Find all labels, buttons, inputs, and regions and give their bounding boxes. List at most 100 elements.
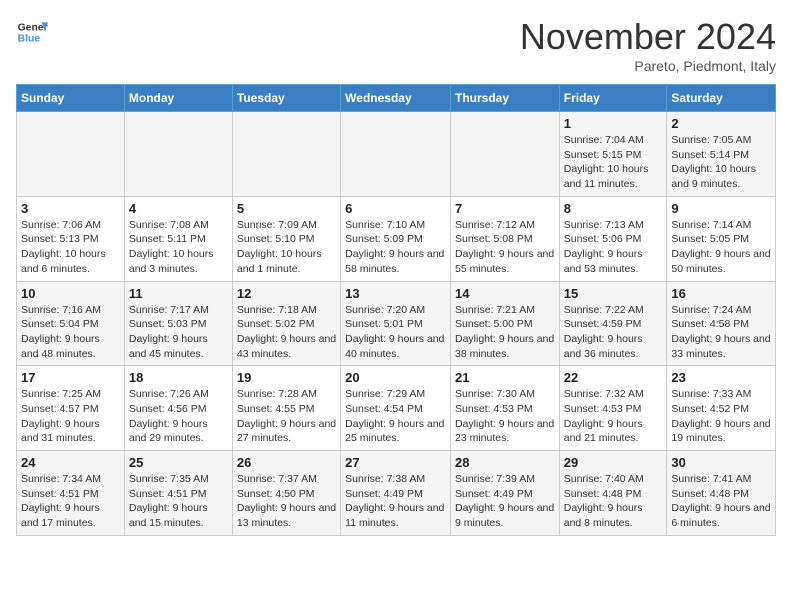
page-header: General Blue November 2024 Pareto, Piedm… (16, 16, 776, 74)
day-info: Sunrise: 7:28 AM Sunset: 4:55 PM Dayligh… (237, 387, 336, 446)
day-number: 22 (564, 370, 663, 385)
day-number: 30 (671, 455, 771, 470)
day-cell: 4 Sunrise: 7:08 AM Sunset: 5:11 PM Daylig… (124, 196, 232, 281)
day-cell: 29 Sunrise: 7:40 AM Sunset: 4:48 PM Dayli… (559, 451, 667, 536)
day-info: Sunrise: 7:08 AM Sunset: 5:11 PM Dayligh… (129, 218, 228, 277)
day-number: 8 (564, 201, 663, 216)
day-info: Sunrise: 7:32 AM Sunset: 4:53 PM Dayligh… (564, 387, 663, 446)
week-row-2: 3 Sunrise: 7:06 AM Sunset: 5:13 PM Daylig… (17, 196, 776, 281)
weekday-wednesday: Wednesday (341, 85, 451, 112)
weekday-saturday: Saturday (667, 85, 776, 112)
day-info: Sunrise: 7:38 AM Sunset: 4:49 PM Dayligh… (345, 472, 446, 531)
day-cell: 9 Sunrise: 7:14 AM Sunset: 5:05 PM Daylig… (667, 196, 776, 281)
week-row-5: 24 Sunrise: 7:34 AM Sunset: 4:51 PM Dayli… (17, 451, 776, 536)
day-info: Sunrise: 7:22 AM Sunset: 4:59 PM Dayligh… (564, 303, 663, 362)
day-cell (341, 112, 451, 197)
day-info: Sunrise: 7:41 AM Sunset: 4:48 PM Dayligh… (671, 472, 771, 531)
week-row-4: 17Sunrise: 7:25 AM Sunset: 4:57 PM Dayli… (17, 366, 776, 451)
day-info: Sunrise: 7:05 AM Sunset: 5:14 PM Dayligh… (671, 133, 771, 192)
day-info: Sunrise: 7:33 AM Sunset: 4:52 PM Dayligh… (671, 387, 771, 446)
day-cell: 15 Sunrise: 7:22 AM Sunset: 4:59 PM Dayli… (559, 281, 667, 366)
day-number: 11 (129, 286, 228, 301)
svg-text:Blue: Blue (18, 34, 41, 45)
day-number: 21 (455, 370, 555, 385)
day-info: Sunrise: 7:29 AM Sunset: 4:54 PM Dayligh… (345, 387, 446, 446)
day-number: 19 (237, 370, 336, 385)
day-cell: 24 Sunrise: 7:34 AM Sunset: 4:51 PM Dayli… (17, 451, 125, 536)
day-number: 15 (564, 286, 663, 301)
day-cell: 19 Sunrise: 7:28 AM Sunset: 4:55 PM Dayli… (232, 366, 340, 451)
day-cell: 17Sunrise: 7:25 AM Sunset: 4:57 PM Dayli… (17, 366, 125, 451)
day-info: Sunrise: 7:12 AM Sunset: 5:08 PM Dayligh… (455, 218, 555, 277)
logo-icon: General Blue (16, 16, 48, 48)
day-cell (450, 112, 559, 197)
calendar-table: SundayMondayTuesdayWednesdayThursdayFrid… (16, 84, 776, 536)
day-cell (232, 112, 340, 197)
day-cell: 25 Sunrise: 7:35 AM Sunset: 4:51 PM Dayli… (124, 451, 232, 536)
day-cell: 11 Sunrise: 7:17 AM Sunset: 5:03 PM Dayli… (124, 281, 232, 366)
day-number: 26 (237, 455, 336, 470)
day-cell: 21 Sunrise: 7:30 AM Sunset: 4:53 PM Dayli… (450, 366, 559, 451)
day-info: Sunrise: 7:34 AM Sunset: 4:51 PM Dayligh… (21, 472, 120, 531)
day-info: Sunrise: 7:09 AM Sunset: 5:10 PM Dayligh… (237, 218, 336, 277)
day-number: 12 (237, 286, 336, 301)
day-cell: 20 Sunrise: 7:29 AM Sunset: 4:54 PM Dayli… (341, 366, 451, 451)
day-number: 4 (129, 201, 228, 216)
day-number: 1 (564, 116, 663, 131)
day-info: Sunrise: 7:10 AM Sunset: 5:09 PM Dayligh… (345, 218, 446, 277)
weekday-thursday: Thursday (450, 85, 559, 112)
day-info: Sunrise: 7:14 AM Sunset: 5:05 PM Dayligh… (671, 218, 771, 277)
day-cell: 12 Sunrise: 7:18 AM Sunset: 5:02 PM Dayli… (232, 281, 340, 366)
day-cell: 6Sunrise: 7:10 AM Sunset: 5:09 PM Daylig… (341, 196, 451, 281)
day-info: Sunrise: 7:35 AM Sunset: 4:51 PM Dayligh… (129, 472, 228, 531)
day-info: Sunrise: 7:24 AM Sunset: 4:58 PM Dayligh… (671, 303, 771, 362)
day-cell: 8 Sunrise: 7:13 AM Sunset: 5:06 PM Daylig… (559, 196, 667, 281)
day-info: Sunrise: 7:37 AM Sunset: 4:50 PM Dayligh… (237, 472, 336, 531)
day-number: 20 (345, 370, 446, 385)
weekday-header-row: SundayMondayTuesdayWednesdayThursdayFrid… (17, 85, 776, 112)
day-info: Sunrise: 7:18 AM Sunset: 5:02 PM Dayligh… (237, 303, 336, 362)
day-cell: 10Sunrise: 7:16 AM Sunset: 5:04 PM Dayli… (17, 281, 125, 366)
title-block: November 2024 Pareto, Piedmont, Italy (520, 16, 776, 74)
day-number: 28 (455, 455, 555, 470)
location: Pareto, Piedmont, Italy (520, 58, 776, 74)
day-info: Sunrise: 7:16 AM Sunset: 5:04 PM Dayligh… (21, 303, 120, 362)
day-number: 7 (455, 201, 555, 216)
weekday-tuesday: Tuesday (232, 85, 340, 112)
day-cell: 3 Sunrise: 7:06 AM Sunset: 5:13 PM Daylig… (17, 196, 125, 281)
day-info: Sunrise: 7:06 AM Sunset: 5:13 PM Dayligh… (21, 218, 120, 277)
day-info: Sunrise: 7:21 AM Sunset: 5:00 PM Dayligh… (455, 303, 555, 362)
day-cell: 22 Sunrise: 7:32 AM Sunset: 4:53 PM Dayli… (559, 366, 667, 451)
day-info: Sunrise: 7:40 AM Sunset: 4:48 PM Dayligh… (564, 472, 663, 531)
day-number: 24 (21, 455, 120, 470)
day-info: Sunrise: 7:39 AM Sunset: 4:49 PM Dayligh… (455, 472, 555, 531)
day-number: 18 (129, 370, 228, 385)
day-info: Sunrise: 7:20 AM Sunset: 5:01 PM Dayligh… (345, 303, 446, 362)
day-number: 14 (455, 286, 555, 301)
month-title: November 2024 (520, 16, 776, 58)
day-cell: 13 Sunrise: 7:20 AM Sunset: 5:01 PM Dayli… (341, 281, 451, 366)
day-info: Sunrise: 7:25 AM Sunset: 4:57 PM Dayligh… (21, 387, 120, 446)
day-info: Sunrise: 7:17 AM Sunset: 5:03 PM Dayligh… (129, 303, 228, 362)
day-cell (124, 112, 232, 197)
day-number: 3 (21, 201, 120, 216)
weekday-friday: Friday (559, 85, 667, 112)
day-number: 9 (671, 201, 771, 216)
day-cell: 1Sunrise: 7:04 AM Sunset: 5:15 PM Daylig… (559, 112, 667, 197)
day-number: 2 (671, 116, 771, 131)
logo: General Blue (16, 16, 48, 48)
day-cell: 18 Sunrise: 7:26 AM Sunset: 4:56 PM Dayli… (124, 366, 232, 451)
day-number: 29 (564, 455, 663, 470)
day-number: 16 (671, 286, 771, 301)
day-cell: 26 Sunrise: 7:37 AM Sunset: 4:50 PM Dayli… (232, 451, 340, 536)
day-cell (17, 112, 125, 197)
day-info: Sunrise: 7:26 AM Sunset: 4:56 PM Dayligh… (129, 387, 228, 446)
day-number: 25 (129, 455, 228, 470)
day-number: 13 (345, 286, 446, 301)
day-cell: 14 Sunrise: 7:21 AM Sunset: 5:00 PM Dayli… (450, 281, 559, 366)
day-cell: 5 Sunrise: 7:09 AM Sunset: 5:10 PM Daylig… (232, 196, 340, 281)
day-number: 5 (237, 201, 336, 216)
day-info: Sunrise: 7:13 AM Sunset: 5:06 PM Dayligh… (564, 218, 663, 277)
day-cell: 28 Sunrise: 7:39 AM Sunset: 4:49 PM Dayli… (450, 451, 559, 536)
day-info: Sunrise: 7:30 AM Sunset: 4:53 PM Dayligh… (455, 387, 555, 446)
